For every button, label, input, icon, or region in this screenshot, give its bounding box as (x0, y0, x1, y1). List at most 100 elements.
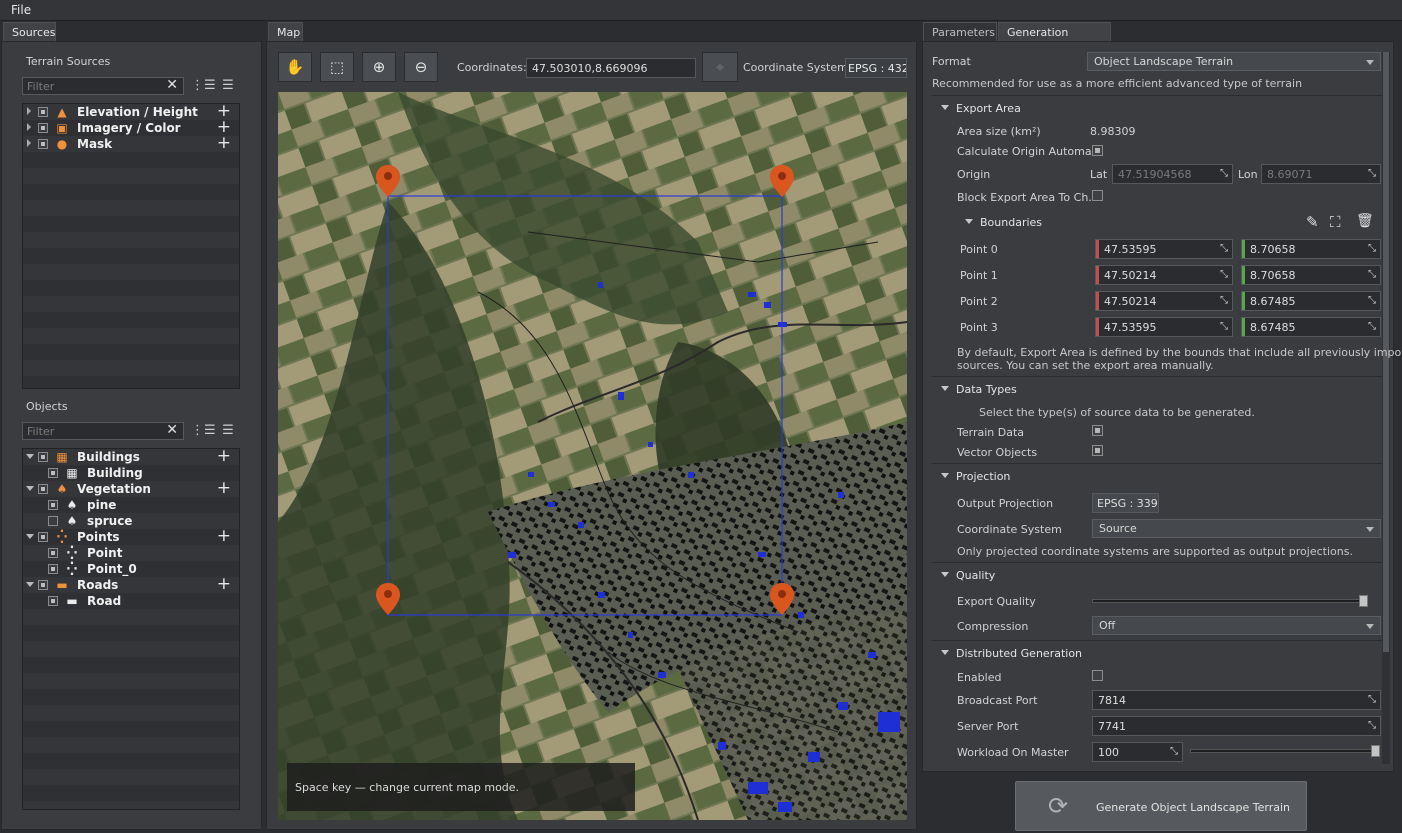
collapse-all-icon[interactable]: ☰ (218, 422, 238, 440)
boundary-pin-icon[interactable] (769, 582, 795, 616)
vector-objects-label: Vector Objects (957, 446, 1038, 459)
tree-item-vegetation[interactable]: ♠ Vegetation + (23, 478, 239, 498)
tab-parameters[interactable]: Parameters (923, 22, 997, 41)
add-roads-button[interactable]: + (217, 574, 231, 594)
workload-slider-handle[interactable] (1371, 745, 1380, 757)
area-size-label: Area size (km²) (957, 125, 1041, 138)
section-quality[interactable]: Quality (932, 566, 1382, 586)
edit-icon[interactable]: ✎ (1306, 213, 1319, 231)
point-label: Point 0 (960, 243, 998, 256)
calc-origin-checkbox[interactable] (1092, 145, 1103, 156)
point-lat-input[interactable]: 47.53595 ⤡ (1095, 317, 1233, 337)
area-size-value: 8.98309 (1090, 125, 1136, 138)
format-label: Format (932, 55, 971, 68)
add-buildings-button[interactable]: + (217, 446, 231, 466)
format-select[interactable]: Object Landscape Terrain (1087, 52, 1381, 71)
tab-generation-settings[interactable]: Generation Settings (998, 22, 1111, 52)
section-export-area[interactable]: Export Area (932, 99, 1382, 119)
map-view[interactable]: Space key — change current map mode. (278, 92, 907, 820)
export-quality-slider[interactable] (1092, 599, 1368, 603)
generate-button[interactable]: ⟳ Generate Object Landscape Terrain (1015, 781, 1307, 831)
coordinates-input[interactable]: 47.503010,8.669096 (526, 58, 696, 78)
coordinate-system-label: Coordinate System: (743, 61, 852, 74)
locate-icon[interactable]: ⌖ (702, 52, 738, 82)
pan-tool-button[interactable]: ✋ (278, 52, 312, 82)
coordinates-label: Coordinates: (457, 61, 527, 74)
enabled-checkbox[interactable] (1092, 670, 1103, 681)
menu-bar: File (0, 0, 1402, 21)
origin-lat-input[interactable]: 47.51904568 ⤡ (1112, 164, 1233, 184)
select-tool-button[interactable]: ⬚ (320, 52, 354, 82)
buildings-icon: ▦ (56, 450, 68, 464)
section-distributed-generation[interactable]: Distributed Generation (932, 644, 1382, 664)
broadcast-port-input[interactable]: 7814 ⤡ (1092, 690, 1381, 710)
boundary-pin-icon[interactable] (375, 164, 401, 198)
expand-all-icon[interactable]: ⋮☰ (191, 422, 216, 440)
point-label: Point 3 (960, 321, 998, 334)
tree-item-building[interactable]: ▦ Building (23, 465, 239, 481)
add-vegetation-button[interactable]: + (217, 478, 231, 498)
clear-filter-icon[interactable]: ✕ (166, 77, 178, 93)
tree-item-imagery[interactable]: ▣ Imagery / Color + (23, 117, 239, 137)
block-area-checkbox[interactable] (1092, 190, 1103, 201)
point-lon-input[interactable]: 8.70658 ⤡ (1241, 239, 1381, 259)
boundary-pin-icon[interactable] (769, 164, 795, 198)
terrain-filter-input[interactable]: Filter ✕ (22, 77, 184, 95)
origin-lon-input[interactable]: 8.69071 ⤡ (1261, 164, 1381, 184)
point-lon-input[interactable]: 8.70658 ⤡ (1241, 265, 1381, 285)
tree-item-elevation[interactable]: ▲ Elevation / Height + (23, 101, 239, 121)
vector-objects-checkbox[interactable] (1092, 445, 1103, 456)
add-mask-button[interactable]: + (217, 133, 231, 153)
point-lat-input[interactable]: 47.53595 ⤡ (1095, 239, 1233, 259)
workload-input[interactable]: 100 ⤡ (1092, 742, 1183, 762)
menu-file[interactable]: File (11, 3, 31, 17)
coordinate-system-value[interactable]: EPSG : 4326 (845, 58, 907, 78)
zoom-out-button[interactable]: ⊖ (404, 52, 438, 82)
section-data-types[interactable]: Data Types (932, 380, 1382, 400)
tab-map[interactable]: Map (268, 22, 303, 41)
tab-sources[interactable]: Sources (3, 22, 56, 41)
tree-item-roads[interactable]: ▬ Roads + (23, 574, 239, 594)
terrain-sources-title: Terrain Sources (26, 55, 111, 68)
tree-item-spruce[interactable]: ♠ spruce (23, 513, 239, 529)
projection-note: Only projected coordinate systems are su… (957, 545, 1353, 558)
export-quality-slider-handle[interactable] (1359, 595, 1368, 607)
tree-item-pine[interactable]: ♠ pine (23, 497, 239, 513)
format-note: Recommended for use as a more efficient … (932, 77, 1303, 90)
server-port-input[interactable]: 7741 ⤡ (1092, 716, 1381, 736)
collapse-all-icon[interactable]: ☰ (218, 77, 238, 95)
generate-terrain-icon: ⟳ (1048, 792, 1069, 820)
tree-item-buildings[interactable]: ▦ Buildings + (23, 446, 239, 466)
map-hint-box: Space key — change current map mode. (287, 763, 635, 811)
point-icon: ⁛ (66, 562, 78, 576)
point-label: Point 1 (960, 269, 998, 282)
expand-all-icon[interactable]: ⋮☰ (191, 77, 216, 95)
output-projection-value[interactable]: EPSG : 3395 (1092, 493, 1159, 513)
export-area-note-line2: sources. You can set the export area man… (957, 359, 1214, 372)
point-lat-input[interactable]: 47.50214 ⤡ (1095, 291, 1233, 311)
add-points-button[interactable]: + (217, 526, 231, 546)
tree-item-road[interactable]: ▬ Road (23, 593, 239, 609)
point-lon-input[interactable]: 8.67485 ⤡ (1241, 291, 1381, 311)
terrain-data-checkbox[interactable] (1092, 425, 1103, 436)
tree-item-point[interactable]: ⁛ Point (23, 545, 239, 561)
workload-slider[interactable] (1190, 749, 1380, 753)
clear-filter-icon[interactable]: ✕ (166, 422, 178, 438)
section-projection[interactable]: Projection (932, 467, 1382, 487)
fit-bounds-icon[interactable]: ⛶ (1330, 213, 1341, 231)
zoom-in-button[interactable]: ⊕ (362, 52, 396, 82)
boundary-pin-icon[interactable] (375, 582, 401, 616)
tree-item-points[interactable]: ⁛ Points + (23, 526, 239, 546)
tree-item-point-0[interactable]: ⁛ Point_0 (23, 561, 239, 577)
compression-select[interactable]: Off (1092, 616, 1381, 635)
enabled-label: Enabled (957, 671, 1002, 684)
coordinate-system-select[interactable]: Source (1092, 519, 1381, 538)
mask-icon: ● (56, 137, 68, 151)
scrollbar-track[interactable] (1382, 52, 1390, 764)
imagery-icon: ▣ (56, 121, 68, 135)
objects-filter-input[interactable]: Filter ✕ (22, 422, 184, 440)
tree-item-mask[interactable]: ● Mask + (23, 133, 239, 153)
delete-icon[interactable]: 🗑 (1356, 213, 1374, 229)
point-lat-input[interactable]: 47.50214 ⤡ (1095, 265, 1233, 285)
point-lon-input[interactable]: 8.67485 ⤡ (1241, 317, 1381, 337)
